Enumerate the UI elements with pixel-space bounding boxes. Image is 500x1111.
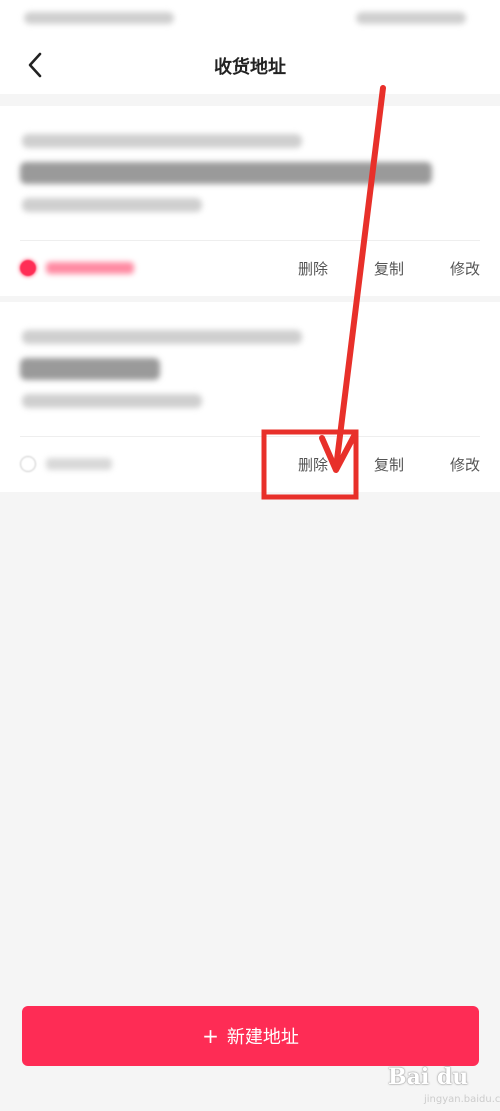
page-title: 收货地址 [214,57,286,78]
status-bar [0,0,500,36]
status-carrier-info [24,12,174,24]
unchecked-radio-icon [20,456,36,472]
default-toggle[interactable] [20,256,134,280]
status-battery-info [356,12,466,24]
address-contact [22,198,202,212]
default-label [46,458,112,470]
plus-icon: + [202,1024,219,1048]
edit-button[interactable]: 修改 [448,454,480,475]
default-toggle[interactable] [20,452,112,476]
edit-button[interactable]: 修改 [448,258,480,279]
checked-radio-icon [20,260,36,276]
address-detail [20,358,160,380]
address-detail [20,162,432,184]
new-address-label: 新建地址 [226,1027,299,1048]
watermark: Bai du jingyan.baidu.com [388,1056,500,1106]
address-region [22,330,302,344]
delete-button[interactable]: 删除 [296,258,328,279]
address-card[interactable]: 删除 复制 修改 [0,302,500,492]
divider [20,436,480,437]
default-label [46,262,134,274]
watermark-url: jingyan.baidu.com [424,1094,500,1105]
delete-button[interactable]: 删除 [296,454,328,475]
divider [20,240,480,241]
copy-button[interactable]: 复制 [372,258,404,279]
address-contact [22,394,202,408]
baidu-logo: Bai du [388,1064,469,1090]
address-card[interactable]: 删除 复制 修改 [0,106,500,296]
address-region [22,134,302,148]
nav-bar: 收货地址 [0,36,500,94]
address-actions: 删除 复制 修改 [296,452,480,476]
copy-button[interactable]: 复制 [372,454,404,475]
address-actions: 删除 复制 修改 [296,256,480,280]
